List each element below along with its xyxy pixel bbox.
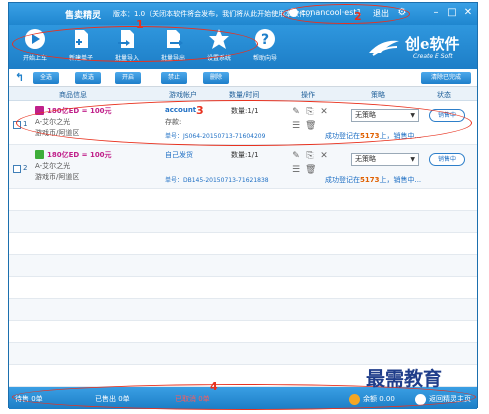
brand-logo: 创e软件 Create E Soft — [367, 31, 471, 65]
goods-server: 游戏币/阿道区 — [35, 173, 80, 181]
game-account[interactable]: 自己发货 — [165, 150, 193, 160]
enable-button[interactable]: 开启 — [115, 72, 141, 84]
col-goods: 商品信息 — [59, 91, 87, 99]
annotation-number: 2 — [354, 10, 362, 23]
annotation-number: 3 — [196, 104, 204, 117]
log-suffix: 上，销售中... — [379, 176, 422, 184]
goods-type-icon — [35, 150, 44, 159]
goods-game: A-艾尔之光 — [35, 162, 71, 170]
back-arrow-icon[interactable]: ↰ — [15, 72, 25, 84]
copy-icon[interactable]: ⎘ — [305, 151, 315, 161]
invert-button[interactable]: 反选 — [75, 72, 101, 84]
grid-header: 商品信息 游戏帐户 数量/时间 操作 策略 状态 — [9, 87, 477, 101]
col-ops: 操作 — [301, 91, 315, 99]
action-bar: ↰ 全选 反选 开启 禁止 删除 清除已完成 — [9, 69, 477, 87]
strategy-select[interactable]: 无策略 ▼ — [351, 153, 419, 166]
empty-row — [9, 343, 477, 365]
annotation-number: 1 — [136, 18, 144, 31]
row-log: 成功登记在5173上，销售中... — [325, 175, 421, 185]
empty-row — [9, 299, 477, 321]
select-all-button[interactable]: 全选 — [33, 72, 59, 84]
delete-button[interactable]: 删除 — [203, 72, 229, 84]
cancel-icon[interactable]: ✕ — [319, 151, 329, 161]
row-checkbox[interactable] — [13, 165, 21, 173]
col-state: 状态 — [437, 91, 451, 99]
empty-row — [9, 189, 477, 211]
quantity: 数量:1/1 — [231, 151, 259, 159]
goods-name: 180亿ED = 100元 — [47, 151, 112, 159]
tool-label: 帮助向导 — [252, 55, 277, 62]
annotation-user — [282, 4, 410, 24]
clear-done-button[interactable]: 清除已完成 — [421, 72, 471, 84]
close-icon[interactable]: ✕ — [461, 6, 475, 20]
col-strategy: 策略 — [371, 91, 385, 99]
strategy-value: 无策略 — [355, 155, 376, 163]
col-qty-time: 数量/时间 — [229, 91, 260, 99]
empty-row — [9, 211, 477, 233]
brand-name: 创e软件 — [405, 35, 460, 53]
empty-row — [9, 321, 477, 343]
col-account: 游戏帐户 — [169, 91, 197, 99]
help-icon: ? — [255, 29, 275, 49]
view-icon[interactable]: ☰ — [291, 165, 301, 175]
status-badge[interactable]: 销售中 — [429, 153, 465, 166]
app-title: 售卖精灵 — [65, 11, 102, 21]
delete-icon[interactable]: 🗑 — [305, 165, 316, 175]
empty-row — [9, 255, 477, 277]
log-prefix: 成功登记在 — [325, 176, 360, 184]
watermark: 最需教育 — [366, 368, 443, 390]
app-window: 售卖精灵 版本：1.0（关闭本软件将会发布，我们将从此开始使用本软件。） con… — [8, 2, 478, 409]
annotation-number: 4 — [210, 380, 218, 393]
annotation-toolbar — [12, 26, 258, 62]
minimize-icon[interactable]: – — [429, 6, 443, 20]
edit-icon[interactable]: ✎ — [291, 151, 301, 161]
svg-text:?: ? — [261, 32, 269, 48]
chevron-down-icon: ▼ — [410, 156, 415, 163]
maximize-icon[interactable]: □ — [445, 6, 459, 20]
table-row[interactable]: 2 180亿ED = 100元 A-艾尔之光 游戏币/阿道区 自己发货 单号：D… — [9, 145, 477, 189]
empty-row — [9, 277, 477, 299]
empty-row — [9, 233, 477, 255]
annotation-row — [16, 100, 472, 146]
brand-swoosh-icon — [369, 40, 399, 56]
log-site: 5173 — [360, 176, 380, 184]
brand-subtitle: Create E Soft — [413, 53, 453, 60]
disable-button[interactable]: 禁止 — [161, 72, 187, 84]
order-number: 单号：DB145-20150713-71621838 — [165, 177, 269, 184]
row-index: 2 — [23, 164, 28, 172]
